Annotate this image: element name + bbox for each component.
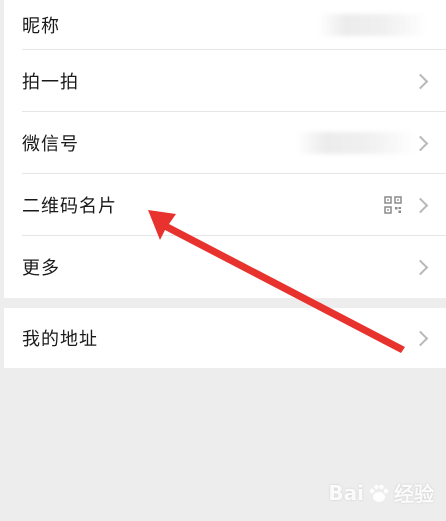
pat-pat-label: 拍一拍 (22, 72, 79, 93)
more-row[interactable]: 更多 (4, 236, 446, 298)
chevron-right-icon (412, 197, 429, 213)
chevron-right-icon (412, 330, 429, 346)
pat-pat-row[interactable]: 拍一拍 (4, 50, 446, 112)
qr-code-card-label: 二维码名片 (22, 196, 117, 217)
profile-settings-screen: 昵称 拍一拍 微信号 二维码名片 更多 我的地址 Bai 经验 (0, 0, 446, 521)
nickname-label: 昵称 (22, 16, 60, 37)
watermark-brand: Bai (328, 480, 364, 505)
address-group: 我的地址 (4, 308, 446, 368)
profile-info-group: 昵称 拍一拍 微信号 二维码名片 更多 (4, 0, 446, 298)
nickname-row[interactable]: 昵称 (4, 0, 446, 50)
wechat-id-value-blurred (296, 132, 416, 154)
my-address-row[interactable]: 我的地址 (4, 308, 446, 368)
watermark-suffix: 经验 (394, 482, 434, 506)
my-address-label: 我的地址 (22, 329, 98, 350)
nickname-value-blurred (318, 14, 428, 36)
wechat-id-row[interactable]: 微信号 (4, 112, 446, 174)
chevron-right-icon (412, 259, 429, 275)
baidu-watermark: Bai 经验 (328, 478, 434, 507)
qr-code-icon (384, 196, 402, 214)
chevron-right-icon (412, 73, 429, 89)
wechat-id-label: 微信号 (22, 134, 79, 155)
qr-code-card-row[interactable]: 二维码名片 (4, 174, 446, 236)
more-label: 更多 (22, 258, 60, 279)
paw-icon (369, 484, 389, 502)
